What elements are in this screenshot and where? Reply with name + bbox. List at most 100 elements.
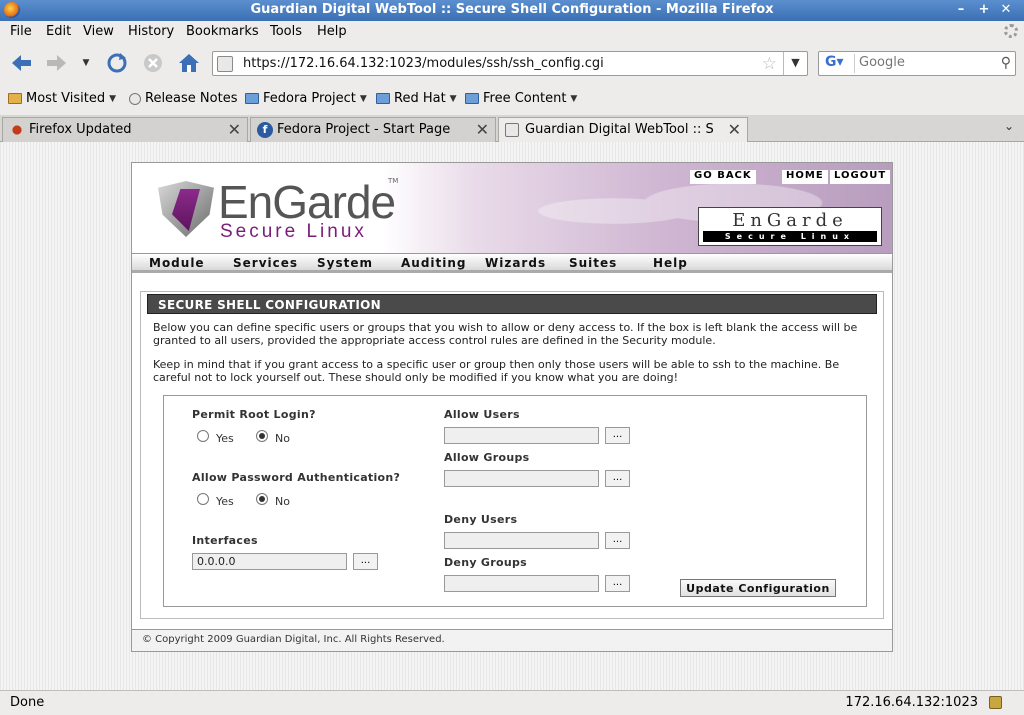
search-engine-icon[interactable]: G▾	[821, 54, 855, 73]
go-back-link[interactable]: GO BACK	[690, 170, 756, 184]
page-icon	[129, 92, 141, 105]
bookmark-star-icon[interactable]: ☆	[762, 54, 777, 74]
bookmark-release-notes[interactable]: Release Notes	[129, 91, 237, 106]
nav-system[interactable]: System	[317, 256, 373, 270]
webtool-page: EnGarde TM Secure Linux GO BACK HOME LOG…	[131, 162, 893, 652]
menu-tools[interactable]: Tools	[270, 24, 302, 39]
throbber-icon	[1004, 24, 1018, 38]
menu-file[interactable]: File	[10, 24, 32, 39]
search-icon[interactable]: ⚲	[1001, 55, 1011, 71]
ssh-config-section: SECURE SHELL CONFIGURATION Below you can…	[140, 291, 884, 619]
list-all-tabs-icon[interactable]: ⌄	[1004, 119, 1014, 133]
bookmark-fedora-project[interactable]: Fedora Project ▼	[245, 91, 367, 106]
nav-auditing[interactable]: Auditing	[401, 256, 467, 270]
url-bar[interactable]: https://172.16.64.132:1023/modules/ssh/s…	[212, 51, 808, 76]
close-window-icon[interactable]: ✕	[997, 2, 1015, 18]
status-text: Done	[10, 695, 45, 710]
allow-groups-browse-button[interactable]: ...	[605, 470, 630, 487]
tab-firefox-updated[interactable]: Firefox Updated ✕	[2, 117, 248, 142]
yes-label: Yes	[216, 432, 234, 445]
nav-wizards[interactable]: Wizards	[485, 256, 546, 270]
tab-strip: Firefox Updated ✕ f Fedora Project - Sta…	[0, 115, 1024, 143]
permit-root-no-radio[interactable]	[256, 430, 268, 442]
bookmark-label: Most Visited	[26, 91, 106, 106]
no-label: No	[275, 495, 290, 508]
deny-users-field[interactable]	[444, 532, 599, 549]
home-button[interactable]	[176, 51, 202, 75]
reload-icon	[107, 53, 127, 73]
back-button[interactable]	[8, 51, 34, 75]
menu-history[interactable]: History	[128, 24, 174, 39]
menu-help[interactable]: Help	[317, 24, 347, 39]
close-tab-icon[interactable]: ✕	[228, 120, 241, 139]
engarde-shield-logo	[158, 181, 214, 237]
fedora-icon: f	[257, 122, 273, 138]
interfaces-field[interactable]: 0.0.0.0	[192, 553, 347, 570]
bookmark-free-content[interactable]: Free Content ▼	[465, 91, 577, 106]
badge-tagline: Secure Linux	[703, 231, 877, 242]
allow-password-no-radio[interactable]	[256, 493, 268, 505]
bookmarks-toolbar: Most Visited ▼ Release Notes Fedora Proje…	[0, 86, 1024, 112]
history-dropdown-button[interactable]: ▼	[76, 51, 96, 75]
nav-suites[interactable]: Suites	[569, 256, 617, 270]
search-input[interactable]	[859, 55, 989, 70]
site-identity-icon[interactable]	[217, 56, 233, 72]
bookmark-label: Fedora Project	[263, 91, 356, 106]
tab-label: Fedora Project - Start Page	[277, 122, 451, 137]
minimize-icon[interactable]: –	[952, 2, 970, 18]
lock-icon[interactable]	[989, 696, 1002, 709]
permit-root-yes-radio[interactable]	[197, 430, 209, 442]
window-title-bar: Guardian Digital WebTool :: Secure Shell…	[0, 0, 1024, 21]
close-tab-icon[interactable]: ✕	[728, 120, 741, 139]
stop-button[interactable]	[140, 51, 166, 75]
tab-fedora-start-page[interactable]: f Fedora Project - Start Page ✕	[250, 117, 496, 142]
close-tab-icon[interactable]: ✕	[476, 120, 489, 139]
page-icon	[505, 123, 519, 137]
allow-groups-field[interactable]	[444, 470, 599, 487]
forward-button[interactable]	[44, 51, 70, 75]
chevron-down-icon: ▼	[449, 93, 457, 104]
badge-brand: EnGarde	[732, 210, 848, 231]
most-visited-icon	[8, 93, 22, 104]
yes-label: Yes	[216, 495, 234, 508]
url-text[interactable]: https://172.16.64.132:1023/modules/ssh/s…	[243, 56, 604, 71]
reload-button[interactable]	[104, 51, 130, 75]
home-icon	[179, 54, 199, 72]
search-bar[interactable]: G▾ ⚲	[818, 51, 1016, 76]
menu-view[interactable]: View	[83, 24, 114, 39]
no-label: No	[275, 432, 290, 445]
bookmark-label: Free Content	[483, 91, 567, 106]
trademark: TM	[388, 177, 399, 185]
description-warning: Keep in mind that if you grant access to…	[153, 358, 840, 384]
allow-groups-label: Allow Groups	[444, 451, 530, 464]
maximize-icon[interactable]: +	[975, 2, 993, 18]
allow-users-browse-button[interactable]: ...	[605, 427, 630, 444]
folder-icon	[465, 93, 479, 104]
nav-services[interactable]: Services	[233, 256, 298, 270]
allow-password-yes-radio[interactable]	[197, 493, 209, 505]
header-banner: EnGarde TM Secure Linux GO BACK HOME LOG…	[132, 163, 892, 253]
deny-groups-browse-button[interactable]: ...	[605, 575, 630, 592]
bookmark-red-hat[interactable]: Red Hat ▼	[376, 91, 457, 106]
allow-password-label: Allow Password Authentication?	[192, 471, 401, 484]
interfaces-browse-button[interactable]: ...	[353, 553, 378, 570]
menu-bookmarks[interactable]: Bookmarks	[186, 24, 259, 39]
chevron-down-icon: ▼	[82, 58, 90, 68]
bookmark-most-visited[interactable]: Most Visited ▼	[8, 91, 116, 106]
deny-users-browse-button[interactable]: ...	[605, 532, 630, 549]
folder-icon	[245, 93, 259, 104]
menu-bar: File Edit View History Bookmarks Tools H…	[0, 21, 1024, 43]
deny-groups-field[interactable]	[444, 575, 599, 592]
nav-module[interactable]: Module	[149, 256, 205, 270]
interfaces-label: Interfaces	[192, 534, 258, 547]
allow-users-field[interactable]	[444, 427, 599, 444]
stop-icon	[144, 54, 162, 72]
nav-help[interactable]: Help	[653, 256, 688, 270]
menu-edit[interactable]: Edit	[46, 24, 71, 39]
url-dropdown-button[interactable]: ▼	[783, 52, 807, 75]
chevron-down-icon: ▼	[570, 93, 578, 104]
update-configuration-button[interactable]: Update Configuration	[680, 579, 836, 597]
tab-guardian-webtool[interactable]: Guardian Digital WebTool :: S... ✕	[498, 117, 748, 143]
logout-link[interactable]: LOGOUT	[830, 170, 891, 184]
home-link[interactable]: HOME	[782, 170, 828, 184]
